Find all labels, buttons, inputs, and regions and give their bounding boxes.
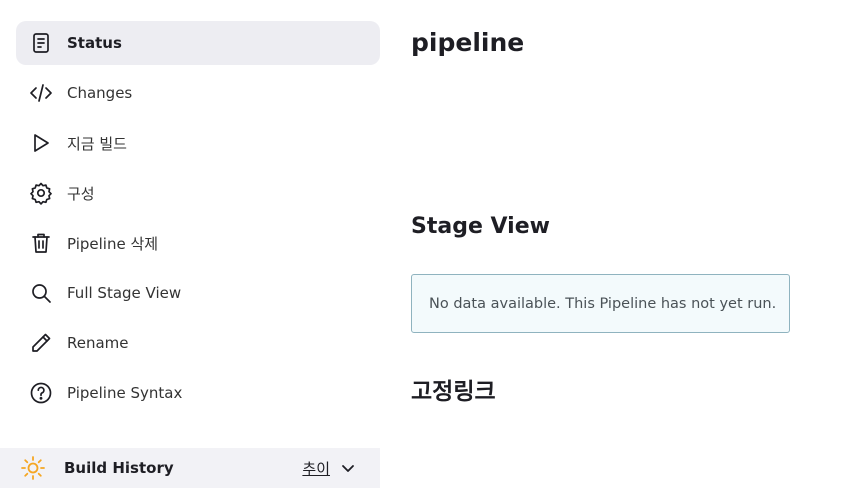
search-icon xyxy=(28,280,54,306)
sidebar-item-label: Full Stage View xyxy=(67,284,182,302)
build-history-trend-link[interactable]: 추이 xyxy=(302,458,330,479)
sidebar-item-label: Status xyxy=(67,34,122,52)
page-title: pipeline xyxy=(411,28,525,57)
sidebar-item-build-now[interactable]: 지금 빌드 xyxy=(16,121,380,165)
sidebar-item-changes[interactable]: Changes xyxy=(16,71,380,115)
status-document-icon xyxy=(28,30,54,56)
play-icon xyxy=(28,130,54,156)
sidebar-item-label: Rename xyxy=(67,334,129,352)
sidebar-item-label: Changes xyxy=(67,84,133,102)
sidebar: Status Changes 지금 빌드 구성 Pipeline 삭제 Full… xyxy=(16,21,380,421)
stage-view-title: Stage View xyxy=(411,214,550,239)
trash-icon xyxy=(28,230,54,256)
sidebar-item-label: Pipeline 삭제 xyxy=(67,234,159,253)
sidebar-item-pipeline-syntax[interactable]: Pipeline Syntax xyxy=(16,371,380,415)
sidebar-item-label: 구성 xyxy=(67,184,95,203)
permalinks-title: 고정링크 xyxy=(411,379,496,405)
code-brackets-icon xyxy=(28,80,54,106)
stage-view-notice: No data available. This Pipeline has not… xyxy=(411,274,790,333)
help-circle-icon xyxy=(28,380,54,406)
sun-icon xyxy=(21,456,45,480)
sidebar-item-label: 지금 빌드 xyxy=(67,134,127,153)
sidebar-item-configure[interactable]: 구성 xyxy=(16,171,380,215)
build-history-header: Build History 추이 xyxy=(0,448,380,488)
build-history-title: Build History xyxy=(64,459,174,477)
sidebar-item-delete-pipeline[interactable]: Pipeline 삭제 xyxy=(16,221,380,265)
sidebar-item-label: Pipeline Syntax xyxy=(67,384,183,402)
sidebar-item-status[interactable]: Status xyxy=(16,21,380,65)
gear-icon xyxy=(28,180,54,206)
pencil-icon xyxy=(28,330,54,356)
sidebar-item-rename[interactable]: Rename xyxy=(16,321,380,365)
chevron-down-icon[interactable] xyxy=(340,460,356,476)
sidebar-item-full-stage-view[interactable]: Full Stage View xyxy=(16,271,380,315)
